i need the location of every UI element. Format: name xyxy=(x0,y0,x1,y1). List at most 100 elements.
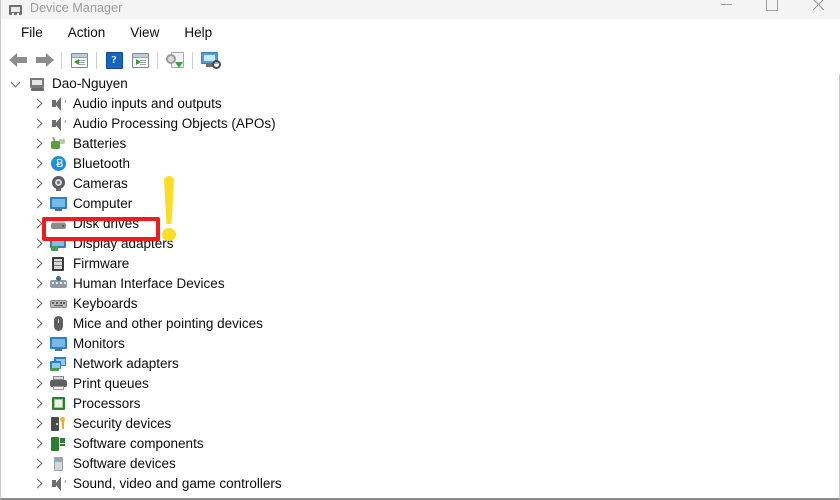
tree-item-firmware[interactable]: Firmware xyxy=(1,254,839,274)
scan-hardware-icon xyxy=(200,52,221,69)
chevron-right-icon[interactable] xyxy=(32,99,43,110)
menu-item-file[interactable]: File xyxy=(10,22,54,44)
menu-item-action[interactable]: Action xyxy=(57,22,117,44)
chevron-down-icon[interactable] xyxy=(11,79,22,90)
camera-icon xyxy=(50,176,67,192)
speaker-icon xyxy=(50,476,67,492)
tree-item-batteries[interactable]: Batteries xyxy=(1,134,839,154)
network-adapter-icon xyxy=(50,356,67,372)
device-manager-window: Device Manager File Action View Help ? D… xyxy=(0,0,840,500)
speaker-icon xyxy=(50,116,67,132)
tree-item-human-interface-devices[interactable]: Human Interface Devices xyxy=(1,274,839,294)
tree-item-label: Disk drives xyxy=(73,216,140,231)
minimize-button[interactable] xyxy=(703,0,749,19)
tree-item-label: Security devices xyxy=(73,416,172,431)
bluetooth-icon: Ƀ xyxy=(50,156,67,172)
tree-item-label: Computer xyxy=(73,196,133,211)
tree-item-mice-and-other-pointing-devices[interactable]: Mice and other pointing devices xyxy=(1,314,839,334)
tree-item-network-adapters[interactable]: Network adapters xyxy=(1,354,839,374)
speaker-icon xyxy=(50,96,67,112)
tree-item-print-queues[interactable]: Print queues xyxy=(1,374,839,394)
chevron-right-icon[interactable] xyxy=(32,359,43,370)
forward-button[interactable] xyxy=(31,48,57,72)
chevron-right-icon[interactable] xyxy=(32,219,43,230)
window-controls xyxy=(703,0,840,19)
tree-item-display-adapters[interactable]: Display adapters xyxy=(1,234,839,254)
tree-item-keyboards[interactable]: Keyboards xyxy=(1,294,839,314)
display-adapter-icon xyxy=(50,236,67,252)
chevron-right-icon[interactable] xyxy=(32,239,43,250)
properties-icon xyxy=(70,52,88,68)
tree-item-software-devices[interactable]: Software devices xyxy=(1,454,839,474)
tree-item-label: Display adapters xyxy=(73,236,174,251)
tree-root-dao-nguyen[interactable]: Dao-Nguyen xyxy=(1,74,839,94)
tree-item-label: Print queues xyxy=(73,376,149,391)
tree-item-bluetooth[interactable]: Ƀ Bluetooth xyxy=(1,154,839,174)
tree-item-label: Batteries xyxy=(73,136,127,151)
toolbar-separator xyxy=(192,51,193,69)
scan-hardware-changes-button[interactable] xyxy=(197,48,223,72)
properties-button[interactable] xyxy=(66,48,92,72)
chevron-right-icon[interactable] xyxy=(32,379,43,390)
title-bar: Device Manager xyxy=(1,0,840,20)
show-hidden-devices-icon xyxy=(131,52,149,68)
printer-icon xyxy=(50,376,67,392)
tree-item-processors[interactable]: Processors xyxy=(1,394,839,414)
tree-item-label: Keyboards xyxy=(73,296,138,311)
tree-item-cameras[interactable]: Cameras xyxy=(1,174,839,194)
close-button[interactable] xyxy=(795,0,840,19)
chevron-right-icon[interactable] xyxy=(32,119,43,130)
tree-item-security-devices[interactable]: Security devices xyxy=(1,414,839,434)
menu-item-help[interactable]: Help xyxy=(173,22,223,44)
tree-item-disk-drives[interactable]: Disk drives xyxy=(1,214,839,234)
back-arrow-icon xyxy=(8,53,28,67)
chevron-right-icon[interactable] xyxy=(32,199,43,210)
chevron-right-icon[interactable] xyxy=(32,139,43,150)
tree-item-audio-inputs-and-outputs[interactable]: Audio inputs and outputs xyxy=(1,94,839,114)
update-driver-icon xyxy=(166,52,184,68)
chevron-right-icon[interactable] xyxy=(32,319,43,330)
chevron-right-icon[interactable] xyxy=(32,479,43,490)
chevron-right-icon[interactable] xyxy=(32,299,43,310)
chevron-right-icon[interactable] xyxy=(32,179,43,190)
tree-item-label: Monitors xyxy=(73,336,125,351)
tree-item-sound-video-and-game-controllers[interactable]: Sound, video and game controllers xyxy=(1,474,839,494)
tree-item-software-components[interactable]: Software components xyxy=(1,434,839,454)
tree-item-computer[interactable]: Computer xyxy=(1,194,839,214)
maximize-button[interactable] xyxy=(749,0,795,19)
tree-item-label: Software devices xyxy=(73,456,176,471)
chevron-right-icon[interactable] xyxy=(32,159,43,170)
help-button[interactable]: ? xyxy=(101,48,127,72)
tree-item-monitors[interactable]: Monitors xyxy=(1,334,839,354)
menu-item-view[interactable]: View xyxy=(119,22,170,44)
software-device-icon xyxy=(50,456,67,472)
chevron-right-icon[interactable] xyxy=(32,259,43,270)
battery-icon xyxy=(50,136,67,152)
chevron-right-icon[interactable] xyxy=(32,459,43,470)
show-hidden-devices-button[interactable] xyxy=(127,48,153,72)
monitor-icon xyxy=(50,336,67,352)
computer-icon xyxy=(29,76,46,92)
tree-item-label: Software components xyxy=(73,436,204,451)
toolbar-separator xyxy=(96,51,97,69)
mouse-icon xyxy=(50,316,67,332)
tree-root-label: Dao-Nguyen xyxy=(52,76,128,91)
update-driver-button[interactable] xyxy=(162,48,188,72)
tree-item-audio-processing-objects[interactable]: Audio Processing Objects (APOs) xyxy=(1,114,839,134)
toolbar: ? xyxy=(1,46,840,75)
tree-item-label: Bluetooth xyxy=(73,156,131,171)
chevron-right-icon[interactable] xyxy=(32,339,43,350)
chevron-right-icon[interactable] xyxy=(32,439,43,450)
device-tree[interactable]: Dao-Nguyen Audio inputs and outputs Audi… xyxy=(1,74,839,498)
chevron-right-icon[interactable] xyxy=(32,399,43,410)
disk-drive-icon xyxy=(50,216,67,232)
tree-item-label: Audio inputs and outputs xyxy=(73,96,222,111)
tree-item-label: Processors xyxy=(73,396,141,411)
tree-item-label: Mice and other pointing devices xyxy=(73,316,263,331)
software-component-icon xyxy=(50,436,67,452)
chevron-right-icon[interactable] xyxy=(32,279,43,290)
forward-arrow-icon xyxy=(35,53,54,67)
back-button[interactable] xyxy=(5,48,31,72)
chevron-right-icon[interactable] xyxy=(32,419,43,430)
security-device-icon xyxy=(50,416,67,432)
